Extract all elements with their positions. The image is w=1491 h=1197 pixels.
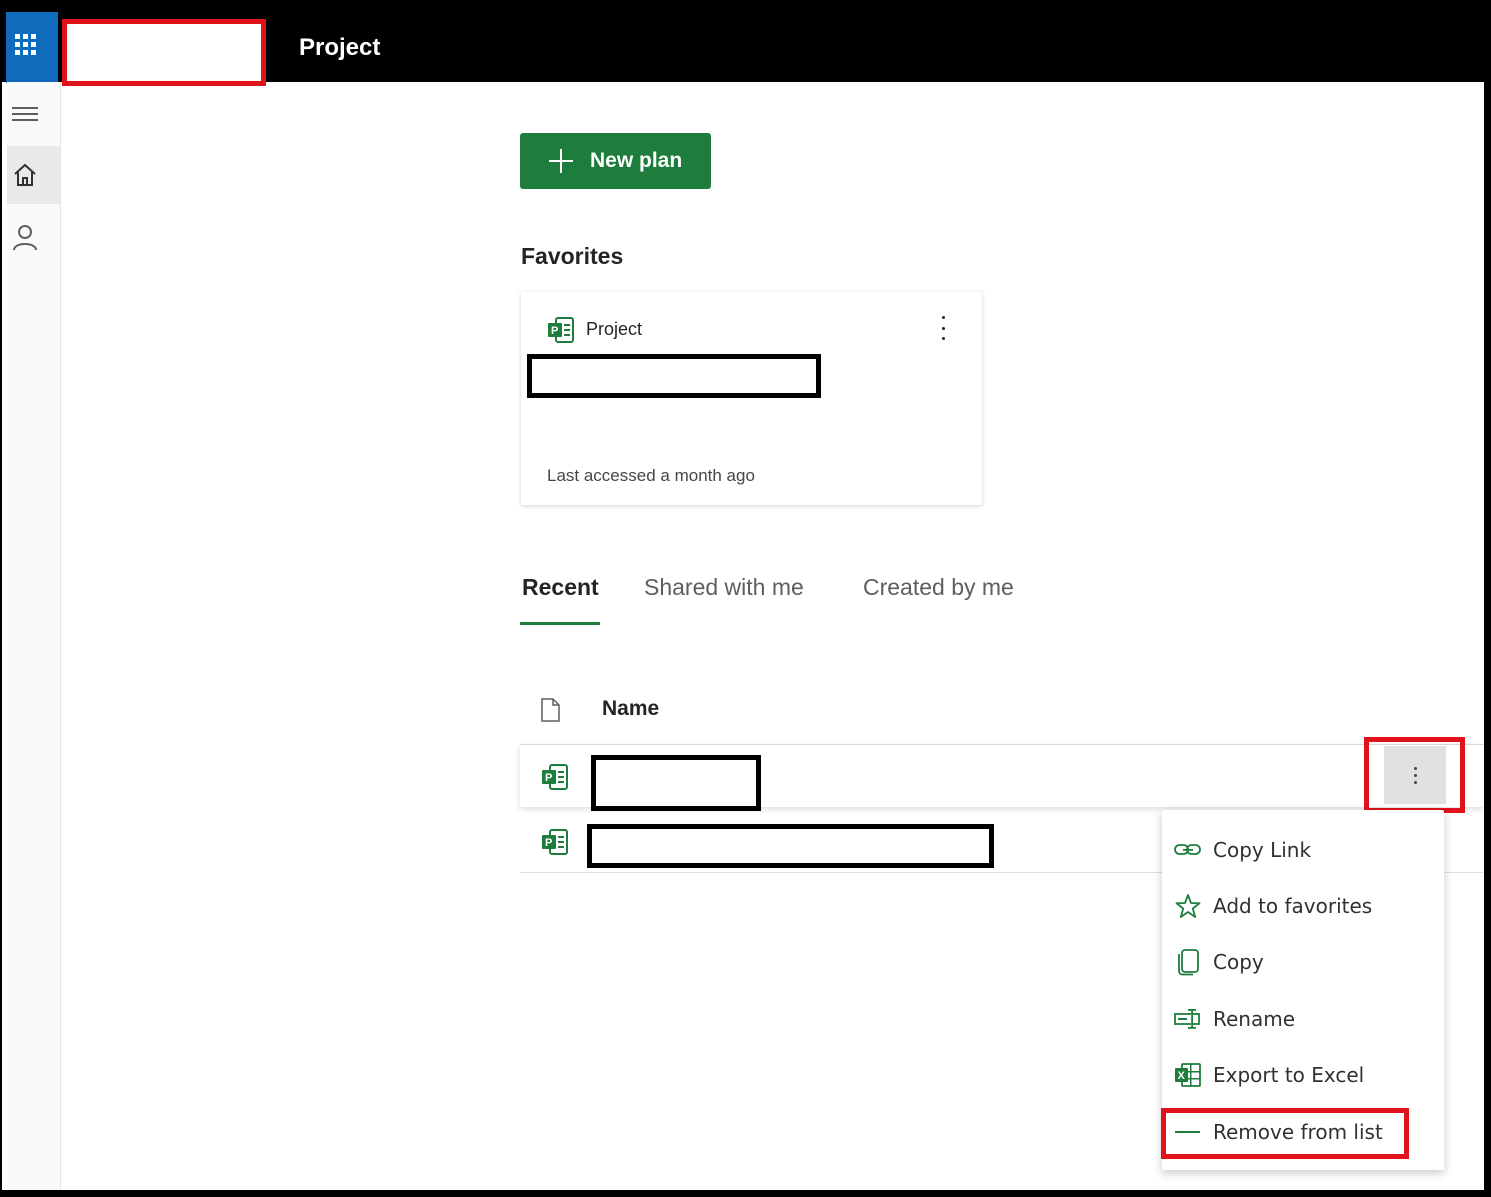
favorite-card[interactable]: P Project Last accessed a month ago — [521, 292, 982, 505]
tab-shared-with-me[interactable]: Shared with me — [644, 574, 804, 601]
menu-item-label: Copy — [1213, 950, 1264, 974]
rename-icon — [1173, 1004, 1203, 1034]
home-icon — [14, 163, 36, 186]
hamburger-icon — [12, 107, 38, 121]
excel-icon: X — [1173, 1060, 1203, 1090]
document-icon — [541, 698, 560, 722]
project-file-icon: P — [548, 317, 574, 343]
favorite-more-button[interactable] — [936, 314, 950, 342]
menu-item-label: Export to Excel — [1213, 1063, 1365, 1087]
person-icon — [13, 225, 37, 251]
menu-item-remove-from-list[interactable]: Remove from list — [1162, 1104, 1444, 1160]
svg-text:P: P — [545, 837, 552, 849]
rail-people-button[interactable] — [7, 208, 60, 266]
svg-text:P: P — [551, 325, 558, 337]
menu-item-label: Rename — [1213, 1007, 1296, 1031]
tab-created-by-me[interactable]: Created by me — [863, 574, 1014, 601]
link-icon — [1173, 835, 1203, 865]
plus-icon — [549, 149, 573, 173]
menu-item-add-to-favorites[interactable]: Add to favorites — [1162, 878, 1444, 934]
redacted-plan-name — [591, 755, 761, 811]
rail-home-button[interactable] — [7, 146, 60, 204]
minus-icon — [1173, 1117, 1203, 1147]
redacted-plan-name — [527, 354, 821, 398]
redacted-plan-name — [587, 824, 994, 868]
context-menu: Copy Link Add to favorites Copy Rename X… — [1162, 810, 1444, 1170]
favorites-heading: Favorites — [521, 243, 624, 269]
project-file-icon: P — [542, 829, 568, 855]
hamburger-button[interactable] — [7, 85, 60, 143]
app-title: Project — [299, 34, 381, 61]
favorite-type-label: Project — [586, 319, 643, 339]
table-row[interactable]: P — [520, 745, 1484, 811]
menu-item-label: Add to favorites — [1213, 894, 1373, 918]
menu-item-label: Copy Link — [1213, 838, 1312, 862]
app-launcher-button[interactable] — [6, 12, 58, 83]
redacted-org-logo — [62, 19, 266, 86]
row-more-options-button[interactable] — [1384, 746, 1446, 804]
waffle-icon — [15, 34, 36, 55]
top-bar: Project — [0, 4, 1484, 86]
left-rail — [7, 82, 61, 1190]
menu-item-rename[interactable]: Rename — [1162, 991, 1444, 1047]
favorite-last-accessed: Last accessed a month ago — [547, 466, 755, 485]
tab-recent[interactable]: Recent — [522, 574, 599, 601]
new-plan-button[interactable]: New plan — [520, 133, 711, 189]
active-tab-indicator — [520, 622, 600, 625]
menu-item-label: Remove from list — [1213, 1120, 1383, 1144]
column-header-name[interactable]: Name — [602, 697, 659, 721]
project-file-icon: P — [542, 764, 568, 790]
menu-item-copy-link[interactable]: Copy Link — [1162, 822, 1444, 878]
svg-text:X: X — [1178, 1070, 1186, 1082]
menu-item-copy[interactable]: Copy — [1162, 934, 1444, 990]
copy-icon — [1173, 947, 1203, 977]
list-header: Name — [520, 686, 1484, 745]
new-plan-label: New plan — [590, 149, 683, 172]
svg-text:P: P — [545, 772, 552, 784]
star-icon — [1173, 891, 1203, 921]
menu-item-export-to-excel[interactable]: X Export to Excel — [1162, 1047, 1444, 1103]
